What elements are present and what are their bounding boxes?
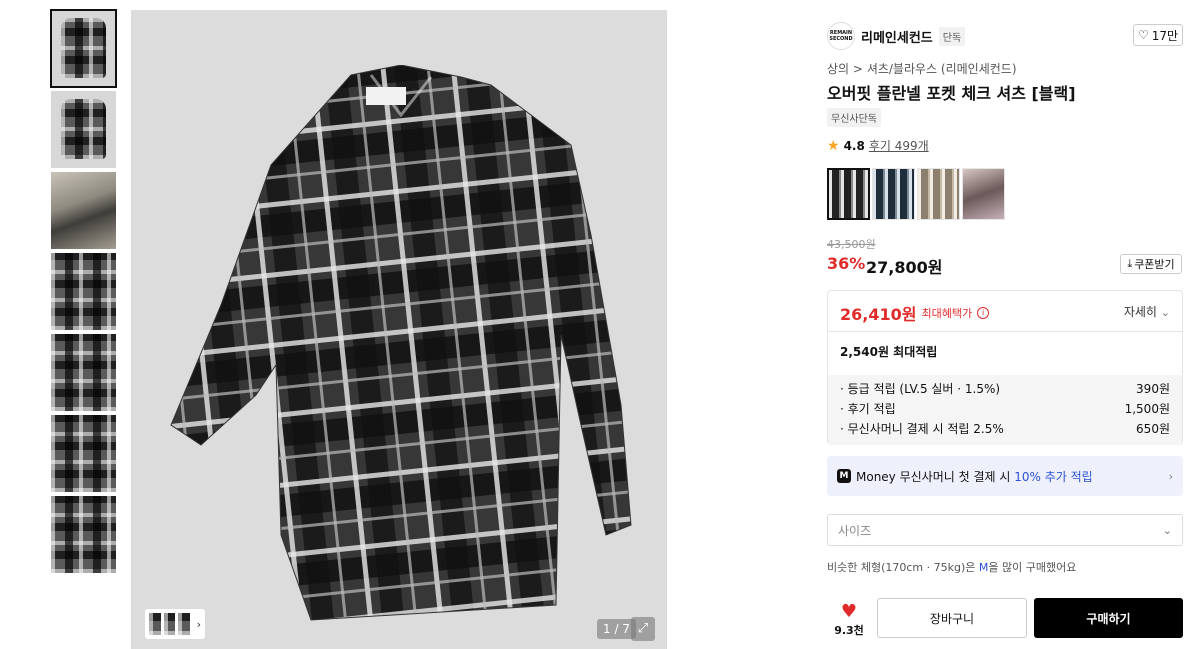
points-row-value: 1,500원 <box>1124 402 1170 416</box>
chevron-right-icon: › <box>196 617 201 631</box>
like-count: 17만 <box>1151 28 1179 43</box>
points-row: · 등급 적립 (LV.5 실버 · 1.5%) 390원 <box>840 379 1170 399</box>
points-row: · 무신사머니 결제 시 적립 2.5% 650원 <box>840 419 1170 439</box>
color-options <box>827 168 1005 220</box>
thumbnail-detail-fabric-2[interactable] <box>51 496 116 573</box>
buy-button[interactable]: 구매하기 <box>1034 598 1183 638</box>
heart-outline-icon: ♡ <box>1137 28 1149 42</box>
breadcrumb-category[interactable]: 상의 <box>827 62 849 76</box>
max-benefit: 26,410원 최대혜택가 i <box>840 301 990 325</box>
color-option-navy[interactable] <box>872 168 915 220</box>
money-text-prefix: Money 무신사머니 첫 결제 시 <box>856 469 1015 484</box>
heart-filled-icon: ♥ <box>840 601 858 622</box>
detail-label: 자세히 <box>1123 305 1157 319</box>
color-option-black[interactable] <box>827 168 870 220</box>
product-info-panel: REMAIN SECOND 리메인세컨드 단독 ♡ 17만 상의 > 셔츠/블라… <box>815 10 1200 649</box>
benefit-box: 26,410원 최대혜택가 i 자세히 ⌄ 2,540원 최대적립 · 등급 적… <box>827 290 1183 445</box>
money-highlight: 10% 추가 적립 <box>1014 469 1093 484</box>
divider <box>828 331 1182 332</box>
coupon-label: 쿠폰받기 <box>1134 258 1175 271</box>
money-logo-icon: M <box>837 469 851 483</box>
exclusive-badge: 단독 <box>938 26 966 46</box>
expand-icon[interactable]: ⤢ <box>631 617 655 641</box>
fit-suffix: 을 많이 구매했어요 <box>988 561 1077 574</box>
points-row-label: · 후기 적립 <box>840 402 896 416</box>
max-benefit-label: 최대혜택가 <box>921 307 973 320</box>
info-icon[interactable]: i <box>977 307 990 319</box>
sale-price: 27,800원 <box>866 258 943 277</box>
fit-recommendation: 비슷한 체형(170cm · 75kg)은 M을 많이 구매했어요 <box>827 559 1076 575</box>
shirt-image <box>170 65 632 621</box>
fit-prefix: 비슷한 체형(170cm · 75kg)은 <box>827 561 979 574</box>
points-row-label: · 등급 적립 (LV.5 실버 · 1.5%) <box>840 382 1001 396</box>
breadcrumb: 상의 > 셔츠/블라우스 (리메인세컨드) <box>827 60 1017 77</box>
brand-name[interactable]: 리메인세컨드 <box>861 27 933 46</box>
rating-score: 4.8 <box>843 138 865 153</box>
review-link[interactable]: 후기 499개 <box>869 137 929 154</box>
points-row: · 후기 적립 1,500원 <box>840 399 1170 419</box>
points-row-label: · 무신사머니 결제 시 적립 2.5% <box>840 422 1004 436</box>
original-price: 43,500원 <box>827 238 876 251</box>
points-row-value: 650원 <box>1136 422 1170 436</box>
points-breakdown: · 등급 적립 (LV.5 실버 · 1.5%) 390원 · 후기 적립 1,… <box>828 375 1182 445</box>
thumbnail-detail-fabric[interactable] <box>51 415 116 492</box>
fit-size: M <box>978 561 989 574</box>
thumbnail-model-photo[interactable] <box>51 172 116 249</box>
thumbnail-detail-collar[interactable] <box>51 253 116 330</box>
image-strip-preview[interactable]: › <box>145 609 205 639</box>
coupon-button[interactable]: ⤓ 쿠폰받기 <box>1120 254 1182 274</box>
wish-count: 9.3천 <box>834 624 864 637</box>
chevron-right-icon: › <box>1168 469 1173 483</box>
breadcrumb-subcategory[interactable]: 셔츠/블라우스 (리메인세컨드) <box>867 62 1017 76</box>
money-banner[interactable]: M Money 무신사머니 첫 결제 시 10% 추가 적립 › <box>827 456 1183 496</box>
detail-toggle[interactable]: 자세히 ⌄ <box>1124 303 1170 320</box>
points-row-value: 390원 <box>1136 382 1170 396</box>
wish-button[interactable]: ♥ 9.3천 <box>827 601 871 638</box>
breadcrumb-separator: > <box>852 62 863 76</box>
product-title: 오버핏 플란넬 포켓 체크 셔츠 [블랙] <box>827 84 1076 103</box>
like-button[interactable]: ♡ 17만 <box>1133 24 1183 46</box>
main-product-image[interactable]: › 1 / 7 ⤢ <box>131 10 667 649</box>
discount-rate: 36% <box>827 254 866 273</box>
chevron-down-icon: ⌄ <box>1160 306 1170 319</box>
download-icon: ⤓ <box>1127 257 1133 270</box>
thumbnail-shirt-front[interactable] <box>50 9 117 88</box>
chevron-down-icon: ⌄ <box>1162 523 1172 537</box>
rating: ★ 4.8 후기 499개 <box>827 137 929 154</box>
thumbnail-shirt-flat[interactable] <box>51 91 116 168</box>
color-option-beige[interactable] <box>917 168 960 220</box>
money-text: Money 무신사머니 첫 결제 시 10% 추가 적립 <box>856 468 1164 485</box>
size-select[interactable]: 사이즈 ⌄ <box>827 514 1183 546</box>
points-total: 2,540원 최대적립 <box>840 345 938 359</box>
size-placeholder: 사이즈 <box>838 523 872 538</box>
thumbnail-detail-pocket[interactable] <box>51 334 116 411</box>
color-option-model[interactable] <box>962 168 1005 220</box>
star-icon: ★ <box>827 137 840 154</box>
cart-button[interactable]: 장바구니 <box>877 598 1027 638</box>
brand-row[interactable]: REMAIN SECOND 리메인세컨드 단독 <box>827 22 966 50</box>
thumbnail-list <box>50 9 117 577</box>
brand-logo: REMAIN SECOND <box>827 22 855 50</box>
max-benefit-price: 26,410원 <box>840 305 917 324</box>
product-tag: 무신사단독 <box>827 108 881 127</box>
